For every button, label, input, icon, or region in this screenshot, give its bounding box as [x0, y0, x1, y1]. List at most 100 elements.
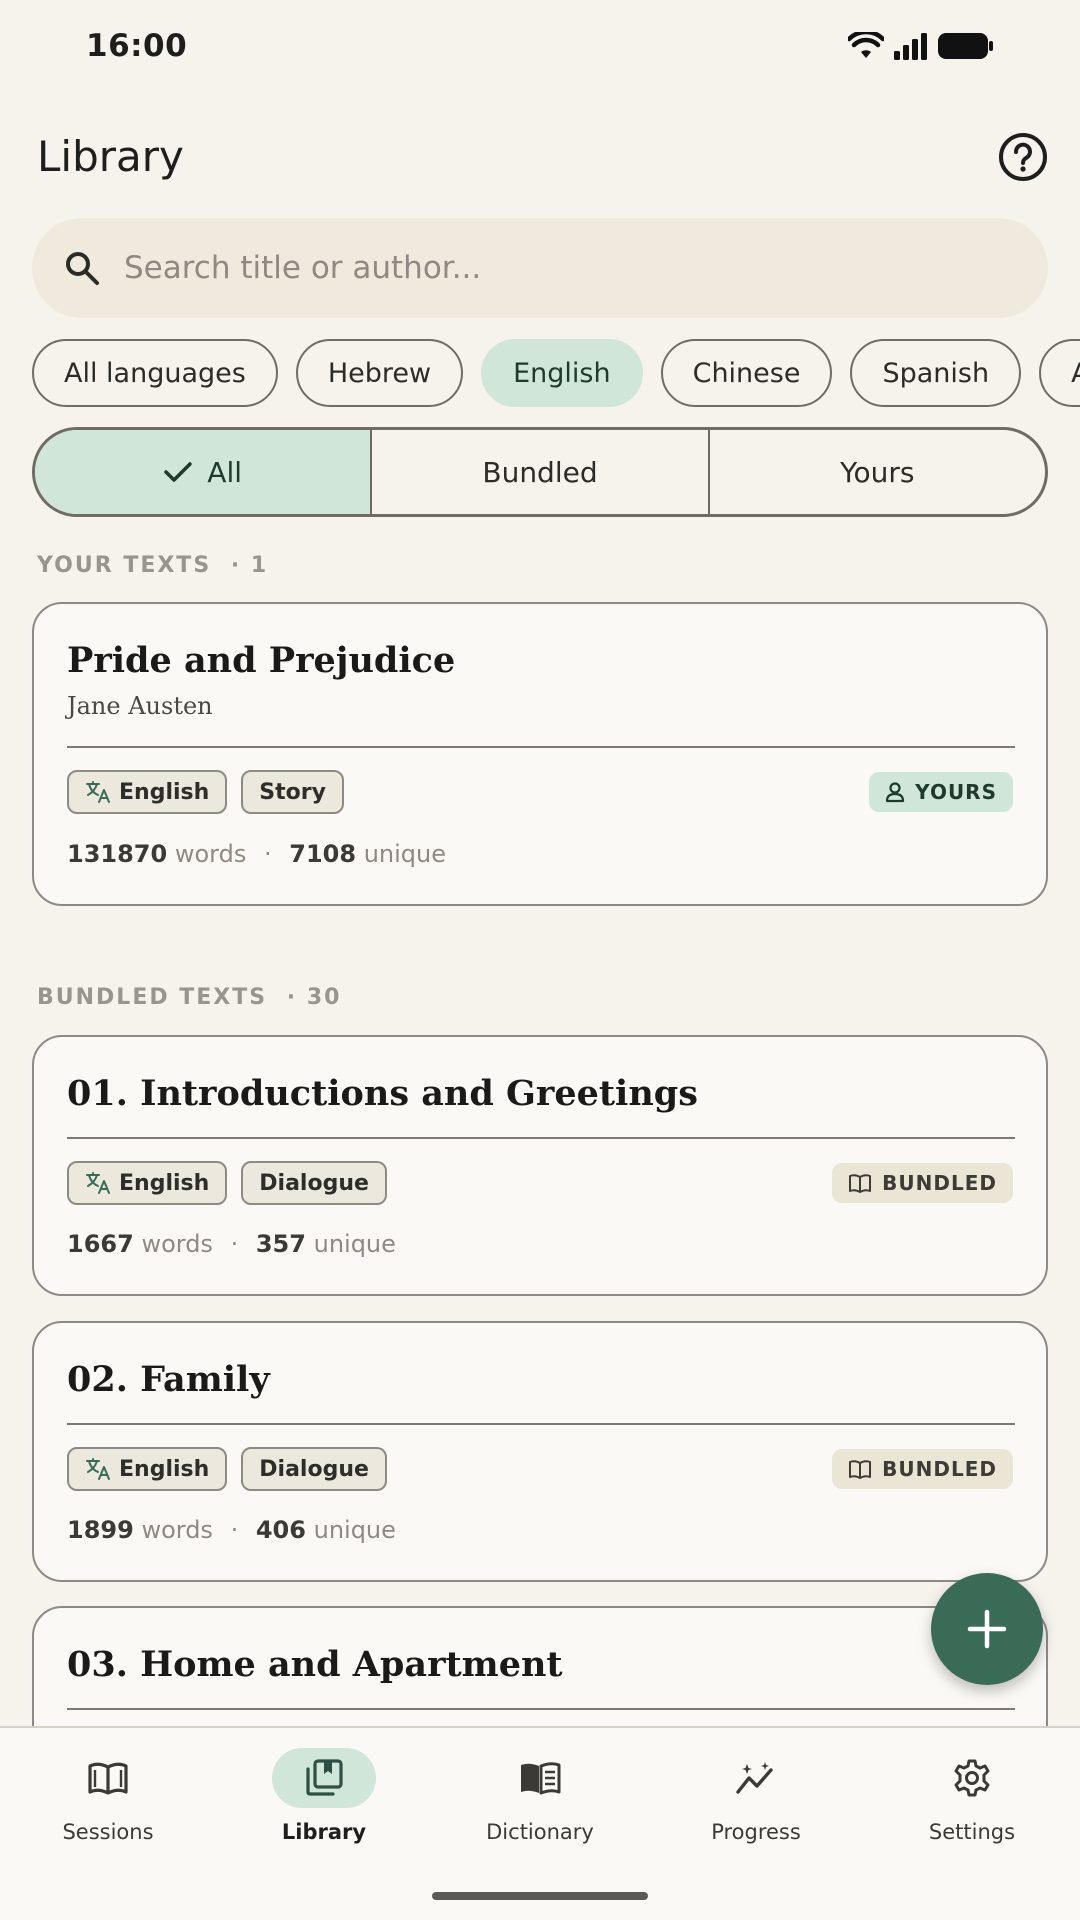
card-title: 01. Introductions and Greetings [67, 1073, 698, 1114]
unique-count: 406 [255, 1516, 306, 1544]
stats-separator: · [230, 1230, 239, 1258]
nav-sessions-label: Sessions [62, 1820, 154, 1844]
word-count-label: words [141, 1516, 213, 1544]
card-tags: English Dialogue [67, 1447, 387, 1491]
bundled-badge: BUNDLED [832, 1163, 1013, 1203]
filter-yours[interactable]: Yours [710, 430, 1045, 514]
nav-library[interactable]: Library [224, 1748, 424, 1858]
search-input[interactable] [124, 250, 944, 286]
section-your-texts: YOUR TEXTS · 1 [37, 553, 268, 578]
nav-sessions[interactable]: Sessions [8, 1748, 208, 1858]
search-icon [66, 252, 99, 285]
yours-badge-label: YOURS [915, 780, 997, 804]
nav-settings[interactable]: Settings [872, 1748, 1072, 1858]
unique-count: 357 [255, 1230, 306, 1258]
language-tag: English [67, 1161, 228, 1205]
card-divider [67, 1137, 1015, 1139]
nav-dictionary-label: Dictionary [486, 1820, 594, 1844]
card-divider [67, 746, 1015, 748]
chip-arabic[interactable]: Arabic [1039, 339, 1080, 407]
help-button[interactable] [998, 132, 1048, 182]
language-tag-label: English [119, 779, 210, 805]
add-text-button[interactable] [931, 1573, 1043, 1685]
filter-bundled-label: Bundled [482, 455, 598, 489]
nav-icon-wrap [488, 1748, 592, 1808]
card-stats: 1667 words · 357 unique [67, 1230, 396, 1258]
nav-settings-label: Settings [928, 1820, 1016, 1844]
help-icon [999, 133, 1047, 181]
person-icon [886, 782, 905, 803]
yours-badge: YOURS [869, 772, 1013, 812]
library-icon [306, 1759, 343, 1796]
card-title: Pride and Prejudice [67, 640, 456, 681]
section-your-texts-label: YOUR TEXTS [37, 553, 212, 578]
book-icon [849, 1460, 872, 1479]
translate-icon [86, 781, 110, 803]
bundled-badge-label: BUNDLED [882, 1457, 997, 1481]
gear-icon [954, 1759, 990, 1797]
word-count-label: words [174, 840, 247, 868]
wifi-icon [848, 32, 884, 58]
word-count: 131870 [67, 840, 168, 868]
type-tag: Dialogue [241, 1161, 387, 1205]
language-tag-label: English [119, 1456, 210, 1482]
language-tag: English [67, 1447, 228, 1491]
bundled-badge: BUNDLED [832, 1449, 1013, 1489]
filter-bundled[interactable]: Bundled [372, 430, 710, 514]
type-tag: Dialogue [241, 1447, 387, 1491]
chip-spanish[interactable]: Spanish [850, 339, 1022, 407]
card-stats: 1899 words · 406 unique [67, 1516, 396, 1544]
chip-hebrew[interactable]: Hebrew [295, 339, 464, 407]
status-time: 16:00 [86, 28, 188, 64]
unique-count-label: unique [363, 840, 447, 868]
card-tags: English Dialogue [67, 1161, 387, 1205]
open-book-icon [88, 1762, 128, 1795]
filter-all-label: All [207, 455, 243, 489]
battery-icon [938, 33, 993, 59]
nav-icon-wrap [704, 1748, 808, 1808]
book-icon [849, 1174, 872, 1193]
unique-count: 7108 [289, 840, 357, 868]
page-title: Library [37, 132, 184, 181]
translate-icon [86, 1458, 110, 1480]
language-chips: All languages Hebrew English Chinese Spa… [32, 339, 1080, 407]
home-indicator[interactable] [432, 1892, 648, 1900]
nav-dictionary[interactable]: Dictionary [440, 1748, 640, 1858]
nav-icon-wrap [920, 1748, 1024, 1808]
type-tag: Story [241, 770, 344, 814]
plus-icon [967, 1609, 1007, 1649]
card-divider [67, 1423, 1015, 1425]
text-card[interactable]: 01. Introductions and Greetings English … [32, 1035, 1048, 1296]
stats-separator: · [263, 840, 272, 868]
status-icons [848, 32, 994, 60]
word-count: 1899 [67, 1516, 134, 1544]
dictionary-icon [521, 1762, 561, 1795]
bundled-badge-label: BUNDLED [882, 1171, 997, 1195]
card-tags: English Story [67, 770, 344, 814]
section-bundled-texts: BUNDLED TEXTS · 30 [37, 985, 341, 1010]
unique-count-label: unique [313, 1516, 396, 1544]
chip-chinese[interactable]: Chinese [660, 339, 833, 407]
nav-icon-wrap [56, 1748, 160, 1808]
progress-icon [736, 1762, 773, 1794]
section-your-texts-count: · 1 [230, 553, 269, 578]
bottom-navigation: Sessions Library Dictionary Progress Set… [0, 1726, 1080, 1920]
stats-separator: · [230, 1516, 239, 1544]
status-bar: 16:00 [0, 0, 1080, 100]
nav-progress[interactable]: Progress [656, 1748, 856, 1858]
text-card[interactable]: 02. Family English Dialogue BUNDLED 1899… [32, 1321, 1048, 1582]
card-author: Jane Austen [67, 692, 213, 720]
language-tag-label: English [119, 1170, 210, 1196]
filter-all[interactable]: All [35, 430, 373, 514]
search-bar[interactable] [32, 218, 1048, 318]
source-filter: All Bundled Yours [32, 427, 1048, 517]
chip-all-languages[interactable]: All languages [32, 339, 278, 407]
card-divider [67, 1708, 1015, 1710]
chip-english[interactable]: English [481, 339, 643, 407]
text-card[interactable]: Pride and Prejudice Jane Austen English … [32, 602, 1048, 906]
signal-icon [894, 33, 927, 60]
card-title: 02. Family [67, 1359, 270, 1400]
translate-icon [86, 1172, 110, 1194]
language-tag: English [67, 770, 228, 814]
nav-library-label: Library [281, 1820, 367, 1844]
